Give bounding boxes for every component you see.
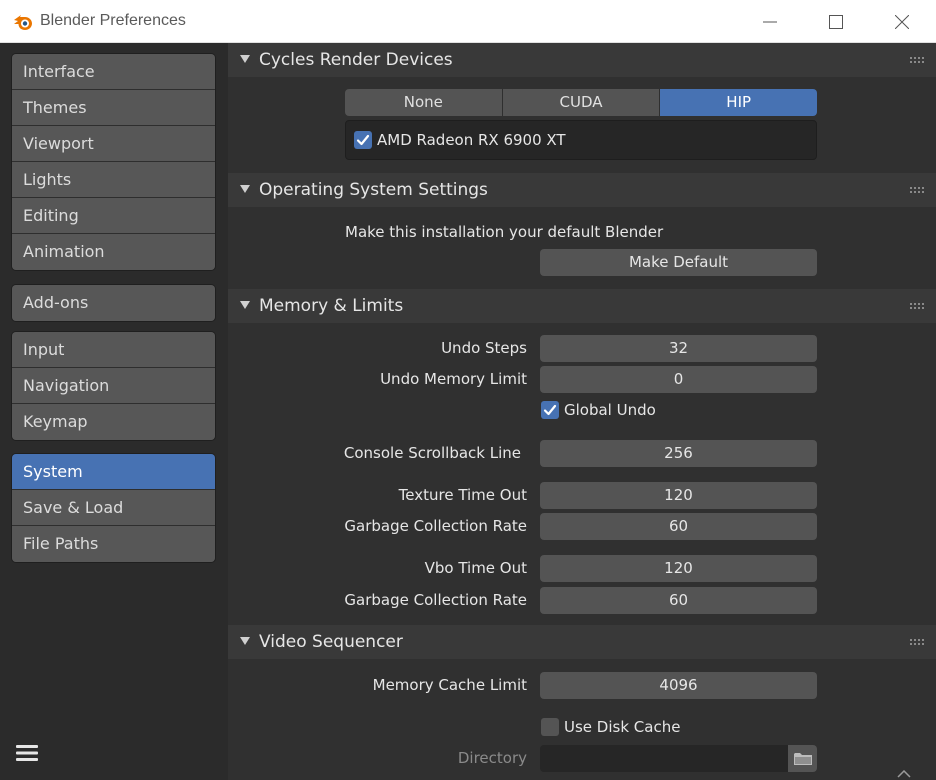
nav-group-input: Input Navigation Keymap xyxy=(12,332,215,440)
device-option-cuda[interactable]: CUDA xyxy=(502,89,661,116)
directory-label: Directory xyxy=(457,749,527,767)
checkmark-icon xyxy=(356,134,370,146)
section-title: Video Sequencer xyxy=(259,632,403,652)
texture-timeout-field[interactable]: 120 xyxy=(540,482,817,509)
device-list: AMD Radeon RX 6900 XT xyxy=(345,120,817,160)
collapse-triangle-icon xyxy=(240,637,250,645)
os-section: Operating System Settings Make this inst… xyxy=(228,173,936,289)
minimize-icon xyxy=(763,21,777,22)
vbo-gc-rate-field[interactable]: 60 xyxy=(540,587,817,614)
minimize-button[interactable] xyxy=(738,0,802,43)
vbo-gc-rate-label: Garbage Collection Rate xyxy=(344,591,527,609)
preferences-main-panel: Cycles Render Devices None CUDA HIP AMD … xyxy=(228,43,936,780)
undo-memory-limit-field[interactable]: 0 xyxy=(540,366,817,393)
section-title: Cycles Render Devices xyxy=(259,50,453,70)
console-scrollback-label: Console Scrollback Line xyxy=(343,444,521,462)
sidebar-item-input[interactable]: Input xyxy=(12,332,215,368)
browse-directory-button[interactable] xyxy=(788,745,817,772)
device-option-none[interactable]: None xyxy=(345,89,503,116)
texture-gc-rate-field[interactable]: 60 xyxy=(540,513,817,540)
sidebar-item-animation[interactable]: Animation xyxy=(12,234,215,270)
sidebar-item-keymap[interactable]: Keymap xyxy=(12,404,215,440)
global-undo-checkbox[interactable] xyxy=(541,401,559,419)
console-scrollback-field[interactable]: 256 xyxy=(540,440,817,467)
blender-logo-icon xyxy=(14,15,32,30)
sidebar-item-add-ons[interactable]: Add-ons xyxy=(12,285,215,321)
use-disk-cache-checkbox[interactable] xyxy=(541,718,559,736)
make-default-button[interactable]: Make Default xyxy=(540,249,817,276)
drag-grip-icon[interactable] xyxy=(910,303,924,309)
video-section-header[interactable]: Video Sequencer xyxy=(228,625,936,659)
maximize-icon xyxy=(829,14,843,29)
maximize-button[interactable] xyxy=(804,0,868,43)
scroll-up-chevron-icon[interactable] xyxy=(897,770,911,778)
directory-field[interactable] xyxy=(540,745,788,772)
sidebar-item-lights[interactable]: Lights xyxy=(12,162,215,198)
sidebar-item-navigation[interactable]: Navigation xyxy=(12,368,215,404)
device-label: AMD Radeon RX 6900 XT xyxy=(377,131,566,149)
hamburger-menu-icon[interactable] xyxy=(14,741,40,765)
section-title: Memory & Limits xyxy=(259,296,404,316)
sidebar-item-system[interactable]: System xyxy=(12,454,215,490)
memory-section-header[interactable]: Memory & Limits xyxy=(228,289,936,323)
checkmark-icon xyxy=(543,404,557,416)
close-icon xyxy=(895,14,909,29)
global-undo-label: Global Undo xyxy=(564,401,656,419)
undo-steps-label: Undo Steps xyxy=(441,339,527,357)
device-option-hip[interactable]: HIP xyxy=(660,89,817,116)
collapse-triangle-icon xyxy=(240,301,250,309)
cycles-section-header[interactable]: Cycles Render Devices xyxy=(228,43,936,77)
collapse-triangle-icon xyxy=(240,185,250,193)
vbo-timeout-label: Vbo Time Out xyxy=(424,559,527,577)
nav-group-addons: Add-ons xyxy=(12,285,215,321)
sidebar-item-save-load[interactable]: Save & Load xyxy=(12,490,215,526)
sidebar-item-file-paths[interactable]: File Paths xyxy=(12,526,215,562)
use-disk-cache-label: Use Disk Cache xyxy=(564,718,681,736)
sidebar-item-editing[interactable]: Editing xyxy=(12,198,215,234)
drag-grip-icon[interactable] xyxy=(910,187,924,193)
nav-group-system: System Save & Load File Paths xyxy=(12,454,215,562)
texture-timeout-label: Texture Time Out xyxy=(398,486,527,504)
sidebar: Interface Themes Viewport Lights Editing… xyxy=(0,43,228,780)
texture-gc-rate-label: Garbage Collection Rate xyxy=(344,517,527,535)
drag-grip-icon[interactable] xyxy=(910,639,924,645)
memory-cache-limit-label: Memory Cache Limit xyxy=(372,676,527,694)
device-type-selector: None CUDA HIP xyxy=(345,89,817,116)
title-bar: Blender Preferences xyxy=(0,0,936,43)
folder-icon xyxy=(793,752,812,765)
os-section-header[interactable]: Operating System Settings xyxy=(228,173,936,207)
window-title: Blender Preferences xyxy=(40,12,186,29)
drag-grip-icon[interactable] xyxy=(910,57,924,63)
collapse-triangle-icon xyxy=(240,55,250,63)
sidebar-item-interface[interactable]: Interface xyxy=(12,54,215,90)
memory-section: Memory & Limits Undo Steps 32 Undo Memor… xyxy=(228,289,936,625)
sidebar-item-viewport[interactable]: Viewport xyxy=(12,126,215,162)
default-blender-description: Make this installation your default Blen… xyxy=(345,223,664,241)
close-button[interactable] xyxy=(870,0,934,43)
cycles-section: Cycles Render Devices None CUDA HIP AMD … xyxy=(228,43,936,173)
section-title: Operating System Settings xyxy=(259,180,488,200)
video-section: Video Sequencer Memory Cache Limit 4096 … xyxy=(228,625,936,780)
nav-group-ui: Interface Themes Viewport Lights Editing… xyxy=(12,54,215,270)
sidebar-item-themes[interactable]: Themes xyxy=(12,90,215,126)
vbo-timeout-field[interactable]: 120 xyxy=(540,555,817,582)
undo-memory-limit-label: Undo Memory Limit xyxy=(380,370,527,388)
device-checkbox[interactable] xyxy=(354,131,372,149)
memory-cache-limit-field[interactable]: 4096 xyxy=(540,672,817,699)
undo-steps-field[interactable]: 32 xyxy=(540,335,817,362)
